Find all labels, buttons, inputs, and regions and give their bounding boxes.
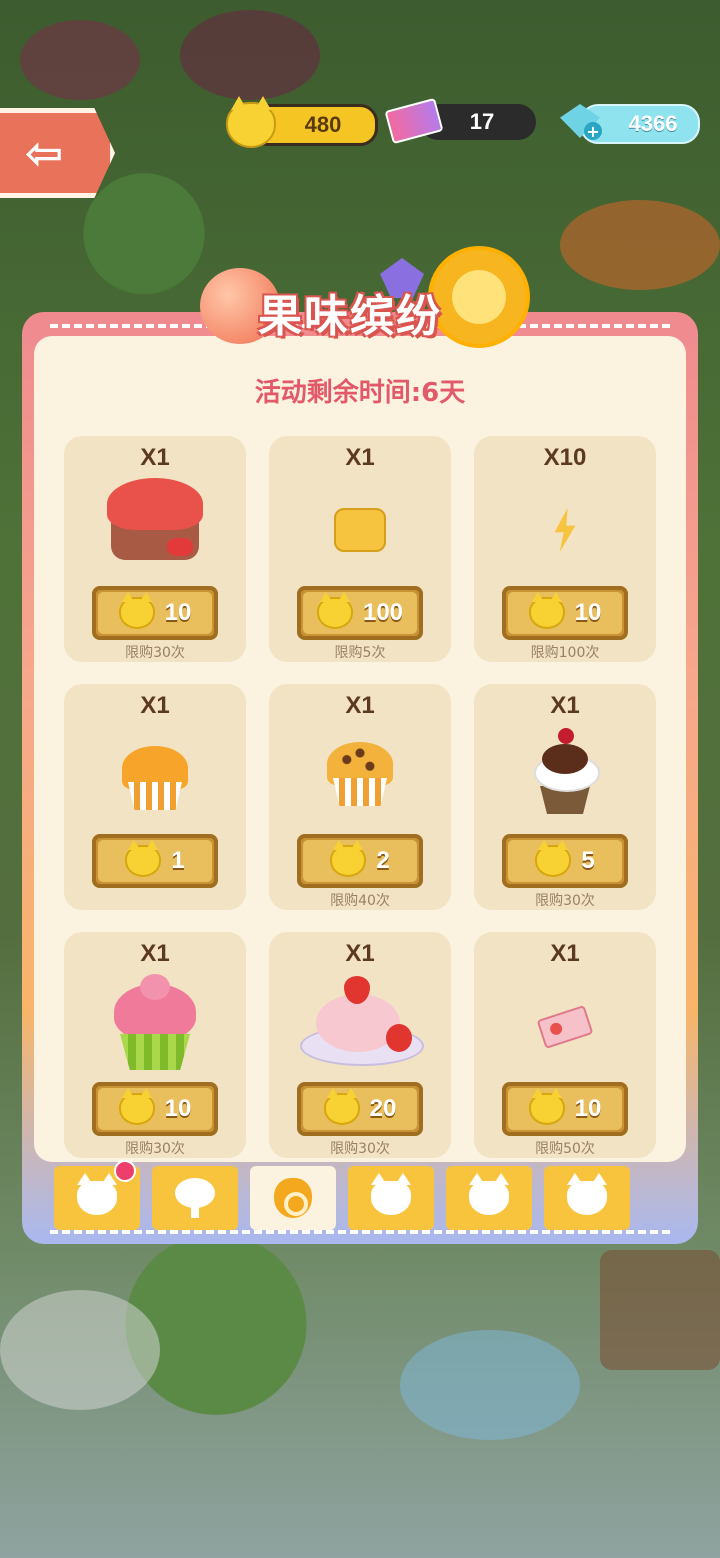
coin-count: 480	[304, 112, 342, 137]
ticket-icon	[536, 1005, 594, 1049]
back-button[interactable]: ⇦	[0, 108, 115, 198]
buy-button[interactable]: 10	[92, 1082, 218, 1136]
purchase-limit: 限购30次	[125, 645, 185, 661]
purchase-limit: 限购100次	[530, 645, 600, 661]
item-price: 5	[581, 847, 595, 874]
purchase-limit: 限购30次	[330, 1141, 390, 1157]
pink-cupcake-icon	[110, 970, 200, 1070]
buy-button[interactable]: 5	[502, 834, 628, 888]
back-arrow-icon: ⇦	[24, 126, 64, 180]
event-title: 果味缤纷	[258, 291, 442, 342]
item-quantity: X1	[140, 692, 170, 719]
cat-coin-icon	[316, 592, 353, 629]
cat-head-icon	[469, 1173, 509, 1215]
tab-trees[interactable]	[152, 1166, 238, 1230]
item-quantity: X1	[345, 940, 375, 967]
lightning-bolt-icon	[552, 508, 578, 552]
purchase-limit: 限购50次	[535, 1141, 595, 1157]
cat-coin-icon	[323, 1088, 360, 1125]
buy-button[interactable]: 100	[297, 586, 423, 640]
purchase-limit: 限购5次	[334, 645, 386, 661]
strawberry-cake-icon	[107, 472, 203, 560]
item-price: 2	[376, 847, 390, 874]
shop-item-card[interactable]: X1 10 限购50次	[474, 932, 656, 1158]
item-price: 20	[369, 1095, 397, 1122]
item-quantity: X1	[140, 444, 170, 471]
item-quantity: X1	[345, 444, 375, 471]
tab-cat-1[interactable]	[348, 1166, 434, 1230]
item-quantity: X10	[543, 444, 587, 471]
background-tree	[20, 20, 140, 100]
chocolate-chip-muffin-icon	[325, 736, 395, 806]
cat-head-icon	[567, 1173, 607, 1215]
item-quantity: X1	[550, 692, 580, 719]
item-quantity: X1	[550, 940, 580, 967]
buy-button[interactable]: 1	[92, 834, 218, 888]
tree-icon	[175, 1178, 215, 1218]
cat-coin-icon	[118, 1088, 155, 1125]
item-price: 10	[164, 1095, 192, 1122]
ticket-icon	[384, 97, 444, 145]
item-quantity: X1	[140, 940, 170, 967]
strawberry-ice-cream-plate-icon	[300, 976, 424, 1066]
cat-head-icon	[371, 1173, 411, 1215]
shop-item-card[interactable]: X1 5 限购30次	[474, 684, 656, 910]
item-quantity: X1	[345, 692, 375, 719]
buy-button[interactable]: 20	[297, 1082, 423, 1136]
shop-item-card[interactable]: X1 2 限购40次	[269, 684, 451, 910]
buy-button[interactable]: 10	[92, 586, 218, 640]
butter-block-icon	[334, 508, 386, 552]
purchase-limit: 限购30次	[535, 893, 595, 909]
orange-muffin-icon	[120, 740, 190, 810]
background-bush	[560, 200, 720, 290]
buy-button[interactable]: 10	[502, 586, 628, 640]
background-fountain	[400, 1330, 580, 1440]
background-bush	[0, 1290, 160, 1410]
tab-bag[interactable]	[250, 1166, 336, 1230]
buy-button[interactable]: 2	[297, 834, 423, 888]
event-timer: 活动剩余时间:6天	[254, 378, 466, 408]
tab-cat-2[interactable]	[446, 1166, 532, 1230]
buy-button[interactable]: 10	[502, 1082, 628, 1136]
shop-item-card[interactable]: X1 100 限购5次	[269, 436, 451, 662]
cat-coin-icon	[226, 96, 276, 148]
tab-cat-3[interactable]	[544, 1166, 630, 1230]
background-building	[600, 1250, 720, 1370]
item-price: 10	[574, 599, 602, 626]
cat-coin-icon	[118, 592, 155, 629]
cherry-sundae-icon	[528, 724, 602, 814]
add-gems-icon[interactable]: +	[584, 122, 602, 141]
cat-coin-icon	[528, 592, 565, 629]
background-tree	[180, 10, 320, 100]
item-price: 1	[171, 847, 185, 874]
shop-item-card[interactable]: X10 10 限购100次	[474, 436, 656, 662]
bag-icon	[274, 1178, 312, 1218]
ticket-count: 17	[469, 109, 495, 134]
cats-icon	[77, 1173, 117, 1215]
notification-badge	[114, 1160, 136, 1182]
shop-item-card[interactable]: X1 10 限购30次	[64, 436, 246, 662]
tab-cats[interactable]	[54, 1160, 140, 1230]
purchase-limit: 限购30次	[125, 1141, 185, 1157]
item-price: 10	[164, 599, 192, 626]
shop-item-card[interactable]: X1 10 限购30次	[64, 932, 246, 1158]
gem-count: 4366	[628, 111, 678, 136]
shop-item-card[interactable]: X1 20 限购30次	[269, 932, 451, 1158]
item-price: 10	[574, 1095, 602, 1122]
purchase-limit: 限购40次	[330, 893, 390, 909]
shop-item-card[interactable]: X1 1	[64, 684, 246, 910]
category-tab-bar	[54, 1160, 634, 1232]
item-price: 100	[362, 599, 404, 626]
cat-coin-icon	[528, 1088, 565, 1125]
